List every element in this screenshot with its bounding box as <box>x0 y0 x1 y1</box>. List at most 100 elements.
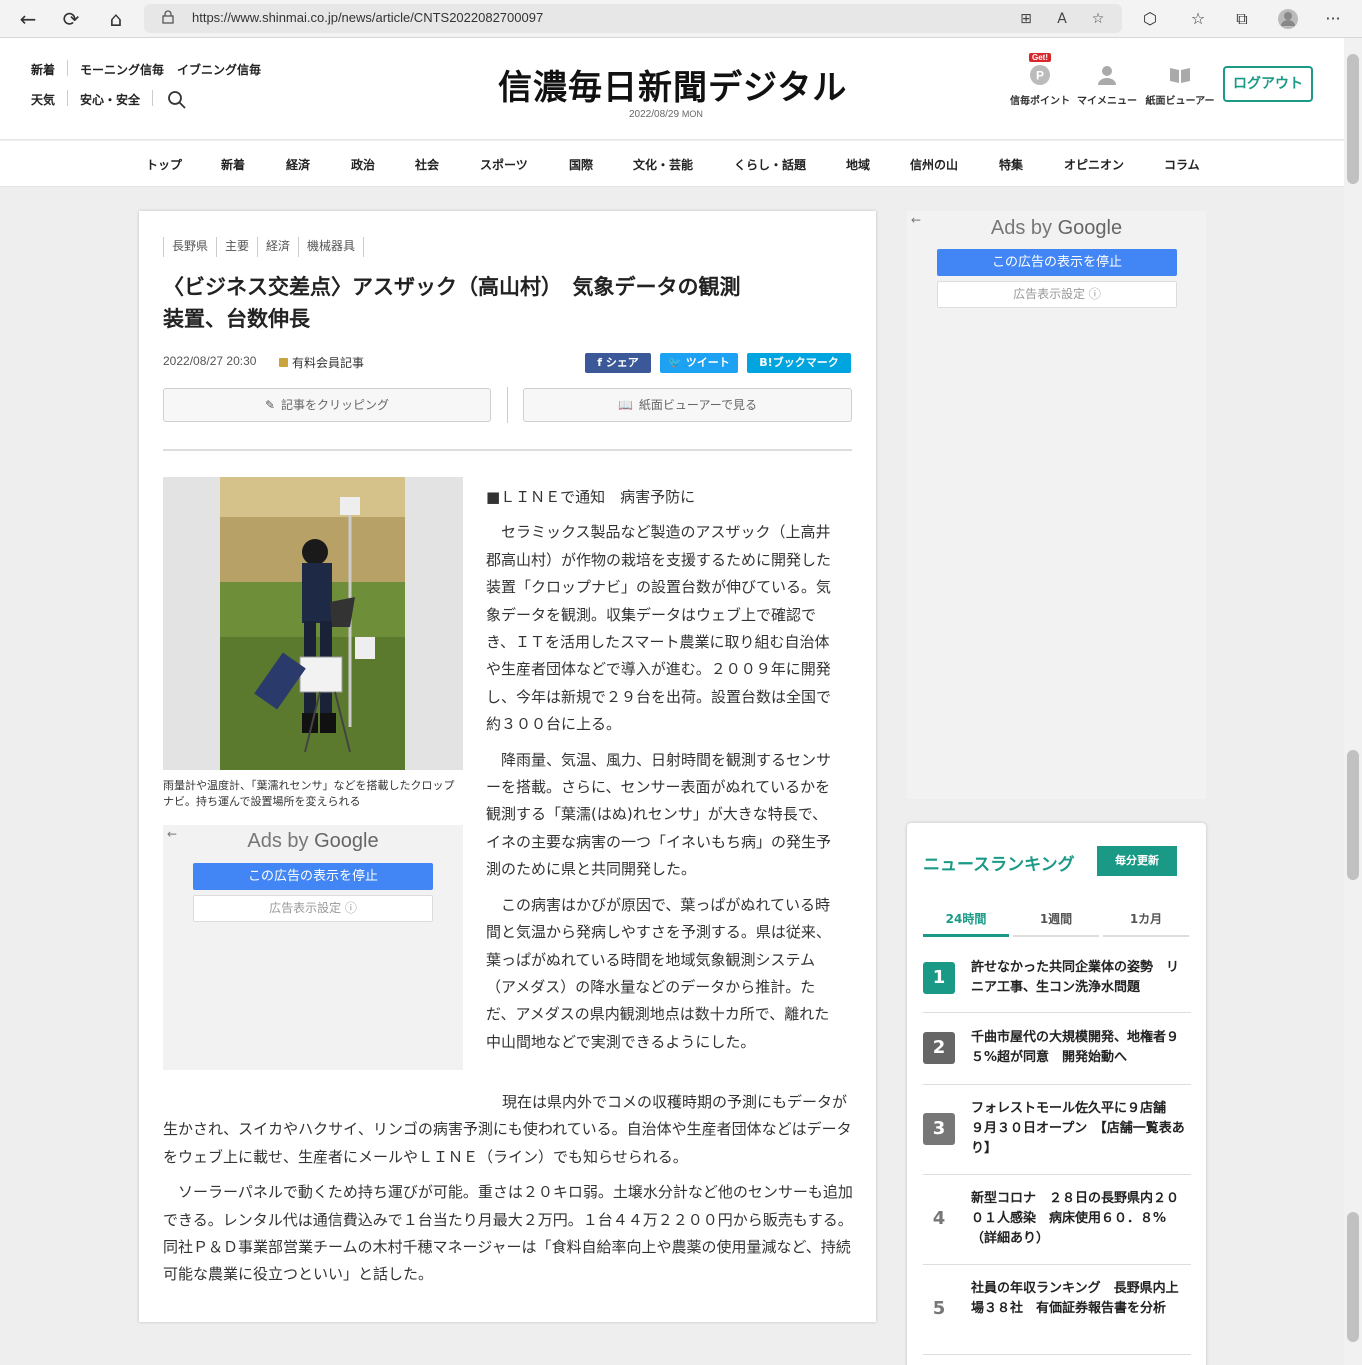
ranking-item[interactable]: 2 千曲市屋代の大規模開発、地権者９５%超が同意 開発始動へ <box>923 1013 1191 1085</box>
view-in-viewer-button[interactable]: 📖 紙面ビューアーで見る <box>523 388 852 422</box>
ranking-headline: 新型コロナ ２８日の長野県内２００１人感染 病床使用６０．８%（詳細あり） <box>971 1191 1180 1246</box>
tab-1week[interactable]: 1週間 <box>1013 903 1099 937</box>
site-header: 新着 モーニング信毎 イブニング信毎 天気 安心・安全 信濃毎日新聞デジタル 2… <box>0 38 1344 140</box>
rank-number: 1 <box>923 962 955 994</box>
day-text: MON <box>681 109 703 119</box>
headline-line2: 装置、台数伸長 <box>163 307 310 331</box>
date-text: 2022/08/29 <box>629 109 680 120</box>
ranking-headline: 社員の年収ランキング 長野県内上場３８社 有価証券報告書を分析 <box>971 1281 1179 1316</box>
ads-by-text: Ads by <box>247 830 309 852</box>
profile-avatar-icon[interactable] <box>1277 8 1299 30</box>
favorites-icon[interactable]: ☆ <box>1187 8 1209 30</box>
scrollbar-thumb[interactable] <box>1347 54 1359 184</box>
ad-stop-button[interactable]: この広告の表示を停止 <box>937 249 1177 276</box>
headline-line1: 〈ビジネス交差点〉アスザック（高山村） 気象データの観測 <box>163 275 741 299</box>
scrollbar-thumb-lower[interactable] <box>1347 1212 1359 1342</box>
header-link-morning[interactable]: モーニング信毎 <box>80 61 164 78</box>
divider <box>163 449 852 451</box>
ranking-item[interactable]: 1 許せなかった共同企業体の姿勢 リニア工事、生コン洗浄水問題 <box>923 947 1191 1013</box>
ads-by-text: Ads by <box>990 217 1053 239</box>
clip-label: 記事をクリッピング <box>281 398 390 412</box>
tag-nagano[interactable]: 長野県 <box>163 237 218 257</box>
nav-item-politics[interactable]: 政治 <box>351 156 375 173</box>
nav-item-new[interactable]: 新着 <box>221 156 245 173</box>
reload-icon[interactable]: ⟳ <box>59 7 83 31</box>
nav-item-international[interactable]: 国際 <box>569 156 593 173</box>
scrollbar-thumb-secondary[interactable] <box>1347 750 1359 880</box>
tag-main[interactable]: 主要 <box>217 237 259 257</box>
article-paragraph: 現在は県内外でコメの収穫時期の予測にもデータが生かされ、スイカやハクサイ、リンゴ… <box>163 1089 853 1171</box>
nav-item-sports[interactable]: スポーツ <box>480 156 528 173</box>
ranking-item[interactable]: 4 新型コロナ ２８日の長野県内２００１人感染 病床使用６０．８%（詳細あり） <box>923 1175 1191 1265</box>
nav-item-economy[interactable]: 経済 <box>286 156 310 173</box>
header-link-weather[interactable]: 天気 <box>31 91 55 108</box>
logout-button[interactable]: ログアウト <box>1223 66 1313 102</box>
ranking-item[interactable]: 3 フォレストモール佐久平に９店舗 ９月３０日オープン 【店舗一覧表あり】 <box>923 1085 1191 1175</box>
nav-item-society[interactable]: 社会 <box>415 156 439 173</box>
back-arrow-icon[interactable]: ← <box>16 7 40 31</box>
header-link-new[interactable]: 新着 <box>31 61 55 78</box>
paragraph-start: 現在は県内外でコメの収穫時期の予測にもデー <box>502 1093 818 1111</box>
article-photo[interactable] <box>220 477 405 770</box>
viewer-link[interactable]: 紙面ビューアー <box>1144 64 1216 107</box>
photo-caption: 雨量計や温度計、「葉濡れセンサ」などを搭載したクロップナビ。持ち運んで設置場所を… <box>163 779 455 808</box>
scrollbar[interactable] <box>1344 38 1362 1365</box>
article-body-full: 現在は県内外でコメの収穫時期の予測にもデータが生かされ、スイカやハクサイ、リンゴ… <box>163 1089 853 1297</box>
twitter-tweet-button[interactable]: 🐦 ツイート <box>660 353 738 373</box>
twitter-label: ツイート <box>685 356 730 369</box>
lock-icon <box>162 10 174 24</box>
search-icon[interactable] <box>167 90 187 110</box>
ranking-item[interactable]: 5 社員の年収ランキング 長野県内上場３８社 有価証券報告書を分析 <box>923 1265 1191 1355</box>
header-link-evening[interactable]: イブニング信毎 <box>177 61 261 78</box>
extensions-icon[interactable]: ⬡ <box>1139 8 1161 30</box>
url-text: https://www.shinmai.co.jp/news/article/C… <box>192 10 544 25</box>
article-paragraph: ソーラーパネルで動くため持ち運びが可能。重さは２０キロ弱。土壌水分計など他のセン… <box>163 1183 853 1284</box>
header-link-safety[interactable]: 安心・安全 <box>80 91 140 108</box>
clip-article-button[interactable]: ✎ 記事をクリッピング <box>163 388 491 422</box>
tab-1month[interactable]: 1カ月 <box>1103 903 1189 937</box>
book-open-icon: 📖 <box>617 398 633 412</box>
book-icon <box>1170 68 1190 83</box>
mymenu-link[interactable]: マイメニュー <box>1076 64 1138 107</box>
hatena-bookmark-button[interactable]: B!ブックマーク <box>747 353 851 373</box>
google-text: Google <box>314 830 379 852</box>
ad-stop-button[interactable]: この広告の表示を停止 <box>193 863 433 890</box>
rank-number: 2 <box>923 1032 955 1064</box>
ad-settings-button[interactable]: 広告表示設定 ⓘ <box>193 895 433 922</box>
nav-item-top[interactable]: トップ <box>146 156 182 173</box>
tag-machinery[interactable]: 機械器具 <box>299 237 365 257</box>
ad-slot-article: ← Ads by Google この広告の表示を停止 広告表示設定 ⓘ <box>163 825 463 1070</box>
nav-item-region[interactable]: 地域 <box>846 156 870 173</box>
facebook-label: シェア <box>605 356 639 369</box>
tag-economy[interactable]: 経済 <box>258 237 300 257</box>
nav-item-opinion[interactable]: オピニオン <box>1064 156 1124 173</box>
rank-number: 3 <box>923 1113 955 1145</box>
article-card: 長野県 主要 経済 機械器具 〈ビジネス交差点〉アスザック（高山村） 気象データ… <box>139 211 876 1322</box>
points-coin-icon: P <box>1030 65 1050 85</box>
ad-settings-button[interactable]: 広告表示設定 ⓘ <box>937 281 1177 308</box>
nav-item-living[interactable]: くらし・話題 <box>734 156 806 173</box>
facebook-share-button[interactable]: f シェア <box>585 353 651 373</box>
app-grid-icon[interactable]: ⊞ <box>1016 9 1036 29</box>
read-aloud-icon[interactable]: A <box>1052 9 1072 29</box>
collections-icon[interactable]: ⧉ <box>1231 8 1253 30</box>
address-bar[interactable]: https://www.shinmai.co.jp/news/article/C… <box>144 4 1122 33</box>
points-link[interactable]: P 信毎ポイント <box>1009 64 1071 107</box>
tab-24h[interactable]: 24時間 <box>923 903 1009 937</box>
rank-number: 4 <box>932 1208 946 1229</box>
more-icon[interactable]: ··· <box>1322 8 1344 30</box>
divider <box>152 90 153 106</box>
nav-item-culture[interactable]: 文化・芸能 <box>633 156 693 173</box>
nav-item-features[interactable]: 特集 <box>999 156 1023 173</box>
get-badge: Get! <box>1029 53 1051 62</box>
favorite-add-icon[interactable]: ☆ <box>1088 9 1108 29</box>
site-logo[interactable]: 信濃毎日新聞デジタル <box>498 60 847 109</box>
nav-item-column[interactable]: コラム <box>1164 156 1200 173</box>
svg-text:P: P <box>1036 69 1044 83</box>
browser-toolbar: ← ⟳ ⌂ https://www.shinmai.co.jp/news/art… <box>0 0 1362 38</box>
article-headline: 〈ビジネス交差点〉アスザック（高山村） 気象データの観測 装置、台数伸長 <box>163 271 853 335</box>
nav-item-mountains[interactable]: 信州の山 <box>910 156 958 173</box>
home-icon[interactable]: ⌂ <box>104 7 128 31</box>
article-paragraph: セラミックス製品など製造のアスザック（上高井郡高山村）が作物の栽培を支援するため… <box>486 523 832 734</box>
viewer-button-label: 紙面ビューアーで見る <box>638 398 758 412</box>
